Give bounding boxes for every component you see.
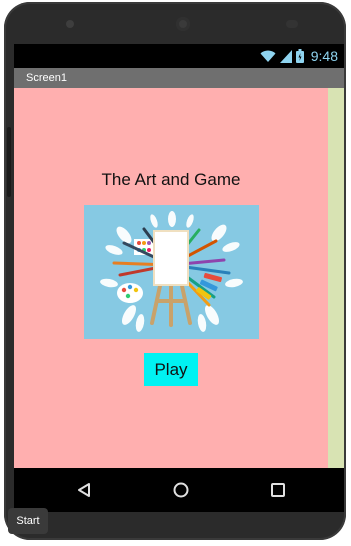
navigation-bar [14, 468, 344, 512]
front-camera [176, 17, 190, 31]
screen-title: Screen1 [26, 72, 67, 84]
sensor-dot [66, 20, 74, 28]
back-icon[interactable] [74, 480, 94, 500]
screen-edge-strip [328, 88, 344, 468]
battery-icon [295, 49, 304, 63]
start-button[interactable]: Start [8, 508, 48, 534]
home-icon[interactable] [171, 480, 191, 500]
art-easel-illustration [84, 205, 259, 339]
signal-icon [279, 49, 292, 63]
side-button [7, 127, 11, 197]
status-icons: 9:48 [260, 48, 338, 64]
app-screen: The Art and Game Play [14, 88, 328, 468]
wifi-icon [260, 50, 276, 62]
app-title-label: The Art and Game [101, 170, 241, 189]
title-bar: Screen1 [14, 68, 344, 88]
art-easel-image [84, 205, 259, 339]
status-bar: 9:48 [14, 44, 344, 68]
play-button[interactable]: Play [144, 353, 198, 386]
recent-apps-icon[interactable] [268, 480, 288, 500]
speaker-grille [286, 20, 298, 28]
status-time: 9:48 [310, 48, 338, 64]
